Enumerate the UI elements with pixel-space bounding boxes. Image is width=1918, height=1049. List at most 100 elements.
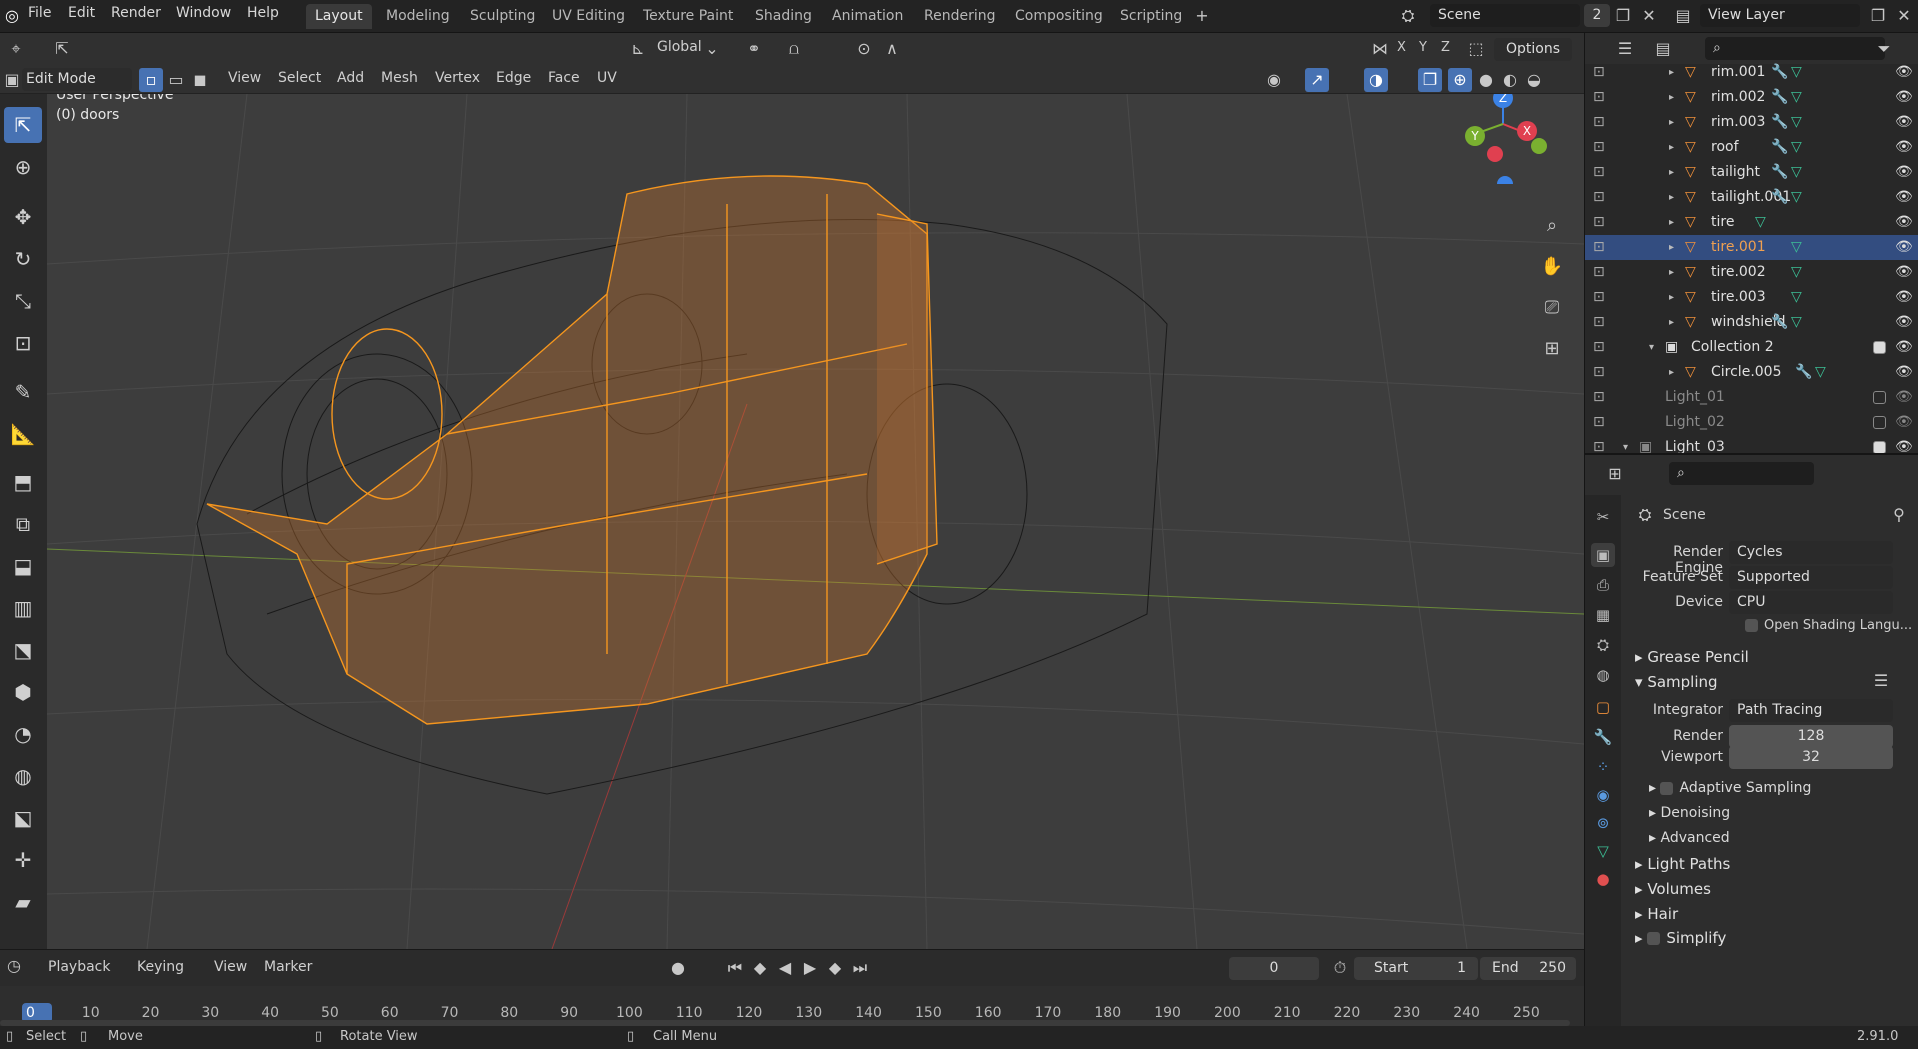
tab-modeling[interactable]: Modeling [377,4,459,29]
object-tab-icon[interactable]: ▢ [1591,695,1615,719]
eye-icon[interactable]: 👁 [1895,185,1913,210]
layer-mask-icon[interactable]: ⊡ [1593,110,1605,135]
rendered-shading-icon[interactable]: ◒ [1522,68,1546,92]
presets-list-icon[interactable]: ☰ [1869,669,1893,693]
render-tab-icon[interactable]: ▣ [1591,543,1615,567]
select-box-tool[interactable]: ⇱ [4,107,42,143]
scene-user-count[interactable]: 2 [1584,4,1610,27]
expand-arrow-icon[interactable]: ▸ [1669,60,1674,85]
add-workspace-icon[interactable]: + [1190,4,1214,28]
orientation-dropdown[interactable]: Global [657,39,702,55]
scale-tool[interactable]: ⤡ [4,283,42,319]
pan-hand-icon[interactable]: ✋ [1540,255,1564,279]
expand-arrow-icon[interactable]: ▸ [1669,110,1674,135]
pin-icon[interactable]: ⚲ [1887,503,1911,527]
tab-scripting[interactable]: Scripting [1111,4,1191,29]
solid-shading-icon[interactable]: ● [1474,68,1498,92]
jump-start-icon[interactable]: ⏮ [723,956,747,980]
eye-icon[interactable]: 👁 [1895,110,1913,135]
layer-mask-icon[interactable]: ⊡ [1593,135,1605,160]
eye-icon[interactable]: 👁 [1895,135,1913,160]
expand-arrow-icon[interactable]: ▸ [1669,210,1674,235]
prev-keyframe-icon[interactable]: ◆ [748,956,772,980]
menu-window[interactable]: Window [176,5,231,21]
menu-face[interactable]: Face [548,70,580,86]
layer-mask-icon[interactable]: ⊡ [1593,410,1605,435]
outliner-light[interactable]: ⊡ Light_01 👁 [1585,385,1918,410]
filter-icon[interactable]: ⏷ [1872,37,1896,61]
orientation-icon[interactable]: ⊾ [626,37,650,61]
osl-checkbox[interactable]: Open Shading Langu... [1745,618,1912,633]
eye-icon[interactable]: 👁 [1895,285,1913,310]
layer-mask-icon[interactable]: ⊡ [1593,385,1605,410]
exclude-checkbox[interactable] [1873,391,1886,404]
view-layer-field[interactable]: View Layer [1700,4,1860,27]
expand-arrow-icon[interactable]: ▸ [1669,85,1674,110]
annotate-tool[interactable]: ✎ [4,374,42,410]
device-dropdown[interactable]: CPU [1729,591,1893,614]
outliner-editor-icon[interactable]: ☰ [1613,37,1637,61]
eye-icon[interactable]: 👁 [1895,160,1913,185]
close-view-layer-icon[interactable]: ✕ [1892,4,1916,28]
menu-help[interactable]: Help [247,5,279,21]
zoom-icon[interactable]: ⌕ [1540,214,1564,238]
layer-mask-icon[interactable]: ⊡ [1593,85,1605,110]
falloff-icon[interactable]: ∧ [880,37,904,61]
eye-icon[interactable]: 👁 [1895,235,1913,260]
feature-set-dropdown[interactable]: Supported [1729,566,1893,589]
layer-mask-icon[interactable]: ⊡ [1593,235,1605,260]
menu-edge[interactable]: Edge [496,70,531,86]
scene-tab-icon[interactable]: ⛭ [1591,633,1615,657]
blender-logo-icon[interactable]: ◎ [0,4,24,28]
material-tab-icon[interactable]: ● [1591,867,1615,891]
outliner-row[interactable]: ⊡ ▸ ▽ rim.001 🔧 ▽ 👁 [1585,60,1918,85]
expand-arrow-icon[interactable]: ▸ [1669,235,1674,260]
light-paths-panel[interactable]: ▸ Light Paths [1635,855,1730,873]
gizmo-neg-y[interactable] [1531,138,1547,154]
outliner-row[interactable]: ⊡ ▸ ▽ Circle.005 🔧 ▽ 👁 [1585,360,1918,385]
output-tab-icon[interactable]: ⎙ [1591,573,1615,597]
expand-arrow-icon[interactable]: ▸ [1669,160,1674,185]
play-reverse-icon[interactable]: ◀ [773,956,797,980]
record-icon[interactable]: ● [666,956,690,980]
tab-rendering[interactable]: Rendering [915,4,1005,29]
visibility-icon[interactable]: ◉ [1262,68,1286,92]
scene-icon[interactable]: ⛭ [1396,4,1420,28]
expand-arrow-icon[interactable]: ▸ [1669,360,1674,385]
simplify-panel[interactable]: ▸ Simplify [1635,929,1726,947]
start-frame-field[interactable]: Start 1 [1354,957,1478,980]
display-mode-icon[interactable]: ▤ [1651,37,1675,61]
auto-merge-icon[interactable]: ⬚ [1464,37,1488,61]
knife-tool[interactable]: ⬔ [4,632,42,668]
mirror-icon[interactable]: ⋈ [1368,37,1392,61]
ortho-grid-icon[interactable]: ⊞ [1540,337,1564,361]
edge-slide-tool[interactable]: ⬕ [4,800,42,836]
expand-arrow-icon[interactable]: ▸ [1669,185,1674,210]
poly-build-tool[interactable]: ⬢ [4,674,42,710]
advanced-panel[interactable]: ▸ Advanced [1649,830,1730,846]
axis-x-toggle[interactable]: X [1397,40,1406,55]
expand-arrow-icon[interactable]: ▸ [1669,135,1674,160]
outliner-row[interactable]: ⊡ ▸ ▽ rim.003 🔧 ▽ 👁 [1585,110,1918,135]
expand-arrow-icon[interactable]: ▸ [1669,260,1674,285]
play-icon[interactable]: ▶ [798,956,822,980]
menu-select[interactable]: Select [278,70,321,86]
stopwatch-icon[interactable]: ⏱ [1328,956,1352,980]
outliner-row[interactable]: ⊡ ▸ ▽ tire.002 ▽ 👁 [1585,260,1918,285]
loop-cut-tool[interactable]: ▥ [4,590,42,626]
menu-edit[interactable]: Edit [68,5,95,21]
outliner-row[interactable]: ⊡ ▸ ▽ windshield 🔧 ▽ 👁 [1585,310,1918,335]
hair-panel[interactable]: ▸ Hair [1635,905,1678,923]
properties-search-input[interactable]: ⌕ [1669,462,1814,485]
cursor-tool[interactable]: ⊕ [4,149,42,185]
options-dropdown[interactable]: Options [1494,38,1572,61]
next-keyframe-icon[interactable]: ◆ [823,956,847,980]
exclude-checkbox[interactable] [1873,341,1886,354]
outliner-search-input[interactable]: ⌕ [1705,37,1885,60]
select-tool-icon[interactable]: ⇱ [50,37,74,61]
shear-tool[interactable]: ▰ [4,884,42,920]
physics-tab-icon[interactable]: ◉ [1591,783,1615,807]
menu-mesh[interactable]: Mesh [381,70,418,86]
exclude-checkbox[interactable] [1873,416,1886,429]
copy-scene-icon[interactable]: ❐ [1611,4,1635,28]
